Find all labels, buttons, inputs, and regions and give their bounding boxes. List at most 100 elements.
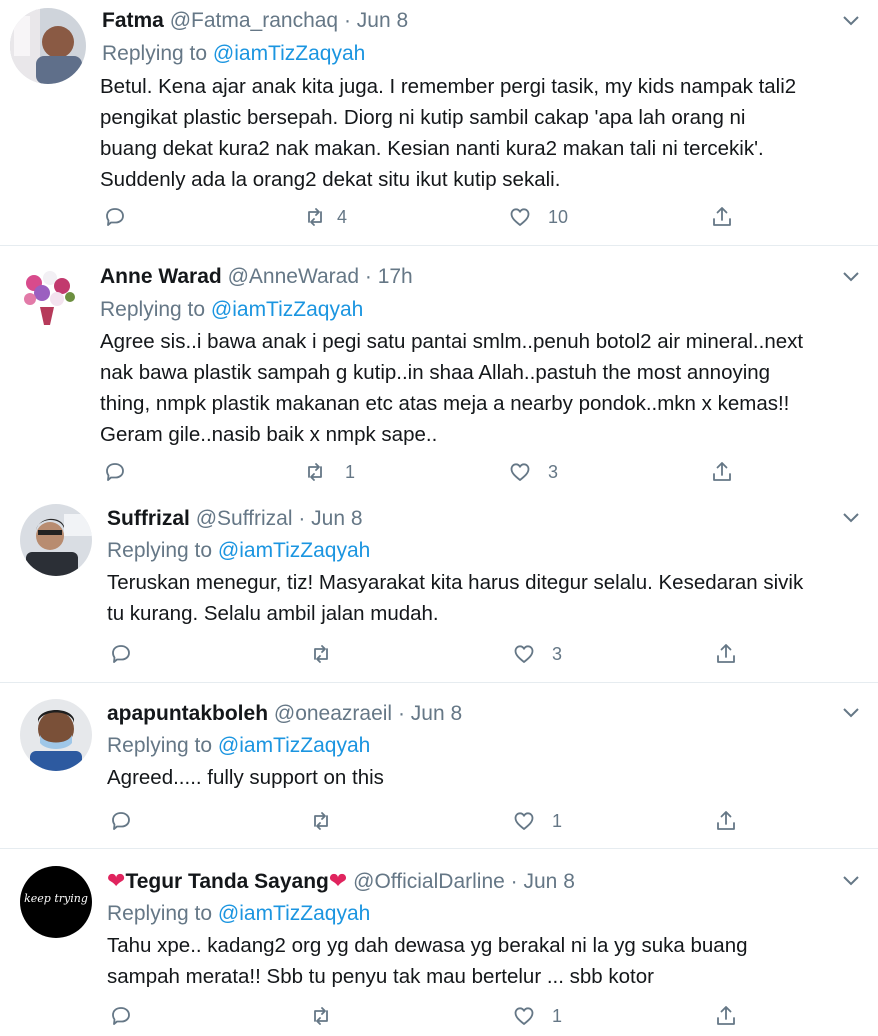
tweet-actions: 1 xyxy=(109,1002,749,1030)
tweet-actions: 4 10 xyxy=(103,203,743,231)
timestamp[interactable]: Jun 8 xyxy=(524,870,575,893)
tweet[interactable]: Anne Warad @AnneWarad · 17h Replying to … xyxy=(0,246,878,492)
separator-dot: · xyxy=(510,870,518,893)
retweet-count: 4 xyxy=(337,206,348,227)
tweet-text: Teruskan menegur, tiz! Masyarakat kita h… xyxy=(107,571,804,625)
tweet-text: Tahu xpe.. kadang2 org yg dah dewasa yg … xyxy=(107,934,748,988)
share-button[interactable] xyxy=(714,1002,738,1030)
share-button[interactable] xyxy=(710,203,734,231)
tweet[interactable]: apapuntakboleh @oneazraeil · Jun 8 Reply… xyxy=(0,683,878,849)
like-count: 3 xyxy=(552,643,563,664)
timestamp[interactable]: 17h xyxy=(378,265,413,288)
user-handle[interactable]: @Fatma_ranchaq xyxy=(170,9,338,32)
avatar[interactable] xyxy=(20,699,92,771)
reply-icon xyxy=(112,645,130,663)
heart-emoji: ❤ xyxy=(107,868,126,893)
display-name[interactable]: apapuntakboleh xyxy=(107,702,268,725)
heart-icon xyxy=(510,208,530,226)
share-button[interactable] xyxy=(710,458,734,486)
reply-button[interactable] xyxy=(109,1002,133,1030)
mention-link[interactable]: @iamTizZaqyah xyxy=(218,902,370,925)
user-handle[interactable]: @OfficialDarline xyxy=(353,870,505,893)
tweet[interactable]: Fatma @Fatma_ranchaq · Jun 8 Replying to… xyxy=(0,0,878,246)
reply-icon xyxy=(106,463,124,481)
like-count: 1 xyxy=(552,1005,563,1026)
reply-icon xyxy=(112,1007,130,1025)
replying-to: Replying to @iamTizZaqyah xyxy=(107,902,370,926)
chevron-down-icon[interactable] xyxy=(842,707,860,719)
user-handle[interactable]: @Suffrizal xyxy=(196,507,293,530)
share-icon xyxy=(713,207,731,226)
retweet-icon xyxy=(314,645,328,663)
mention-link[interactable]: @iamTizZaqyah xyxy=(218,734,370,757)
heart-icon xyxy=(514,812,534,830)
separator-dot: · xyxy=(298,507,306,530)
retweet-icon xyxy=(308,463,322,481)
reply-button[interactable] xyxy=(103,203,127,231)
reply-icon xyxy=(106,208,124,226)
like-button[interactable]: 3 xyxy=(512,640,562,668)
mention-link[interactable]: @iamTizZaqyah xyxy=(218,539,370,562)
avatar[interactable] xyxy=(10,8,86,84)
like-button[interactable]: 1 xyxy=(512,1002,562,1030)
chevron-down-icon[interactable] xyxy=(842,875,860,887)
tweet-text: Agree sis..i bawa anak i pegi satu panta… xyxy=(100,330,804,446)
retweet-button[interactable]: 4 xyxy=(303,203,347,231)
tweet-header: apapuntakboleh @oneazraeil · Jun 8 xyxy=(107,702,462,726)
avatar[interactable]: keep trying xyxy=(20,866,92,938)
replying-to-label: Replying to xyxy=(102,42,208,65)
chevron-down-icon[interactable] xyxy=(842,271,860,283)
separator-dot: · xyxy=(364,265,372,288)
reply-button[interactable] xyxy=(109,640,133,668)
separator-dot: · xyxy=(343,9,351,32)
like-button[interactable]: 10 xyxy=(508,203,568,231)
share-button[interactable] xyxy=(714,640,738,668)
avatar[interactable] xyxy=(20,504,92,576)
share-button[interactable] xyxy=(714,807,738,835)
tweet-header: ❤Tegur Tanda Sayang❤ @OfficialDarline · … xyxy=(107,869,575,894)
share-icon xyxy=(717,1006,735,1025)
user-handle[interactable]: @oneazraeil xyxy=(274,702,392,725)
reply-button[interactable] xyxy=(103,458,127,486)
retweet-button[interactable]: 1 xyxy=(303,458,355,486)
retweet-button[interactable] xyxy=(309,807,343,835)
display-name[interactable]: Fatma xyxy=(102,9,164,32)
replying-to: Replying to @iamTizZaqyah xyxy=(107,734,370,758)
tweet[interactable]: keep trying ❤Tegur Tanda Sayang❤ @Offici… xyxy=(0,849,878,1036)
tweet-header: Suffrizal @Suffrizal · Jun 8 xyxy=(107,507,363,531)
retweet-count: 1 xyxy=(345,461,356,482)
heart-icon xyxy=(510,463,530,481)
replying-to: Replying to @iamTizZaqyah xyxy=(107,539,370,563)
replying-to-label: Replying to xyxy=(107,734,213,757)
retweet-button[interactable] xyxy=(309,640,343,668)
heart-icon xyxy=(514,645,534,663)
tweet[interactable]: Suffrizal @Suffrizal · Jun 8 Replying to… xyxy=(0,492,878,683)
mention-link[interactable]: @iamTizZaqyah xyxy=(211,298,363,321)
share-icon xyxy=(717,644,735,663)
like-count: 3 xyxy=(548,461,559,482)
avatar-image xyxy=(20,699,92,771)
display-name[interactable]: Suffrizal xyxy=(107,507,190,530)
tweet-header: Fatma @Fatma_ranchaq · Jun 8 xyxy=(102,9,408,33)
tweet-actions: 3 xyxy=(109,640,749,668)
avatar-text: keep trying xyxy=(24,892,88,905)
tweet-text: Agreed..... fully support on this xyxy=(107,766,384,789)
replying-to-label: Replying to xyxy=(100,298,206,321)
retweet-button[interactable] xyxy=(309,1002,343,1030)
mention-link[interactable]: @iamTizZaqyah xyxy=(213,42,365,65)
avatar[interactable] xyxy=(12,263,82,333)
timestamp[interactable]: Jun 8 xyxy=(357,9,408,32)
reply-button[interactable] xyxy=(109,807,133,835)
retweet-icon xyxy=(314,812,328,830)
avatar-image xyxy=(12,263,82,333)
timestamp[interactable]: Jun 8 xyxy=(311,507,362,530)
timestamp[interactable]: Jun 8 xyxy=(411,702,462,725)
display-name[interactable]: Tegur Tanda Sayang xyxy=(125,870,328,893)
display-name[interactable]: Anne Warad xyxy=(100,265,222,288)
chevron-down-icon[interactable] xyxy=(842,15,860,27)
like-button[interactable]: 3 xyxy=(508,458,558,486)
avatar-image xyxy=(20,504,92,576)
user-handle[interactable]: @AnneWarad xyxy=(228,265,359,288)
chevron-down-icon[interactable] xyxy=(842,512,860,524)
like-button[interactable]: 1 xyxy=(512,807,562,835)
